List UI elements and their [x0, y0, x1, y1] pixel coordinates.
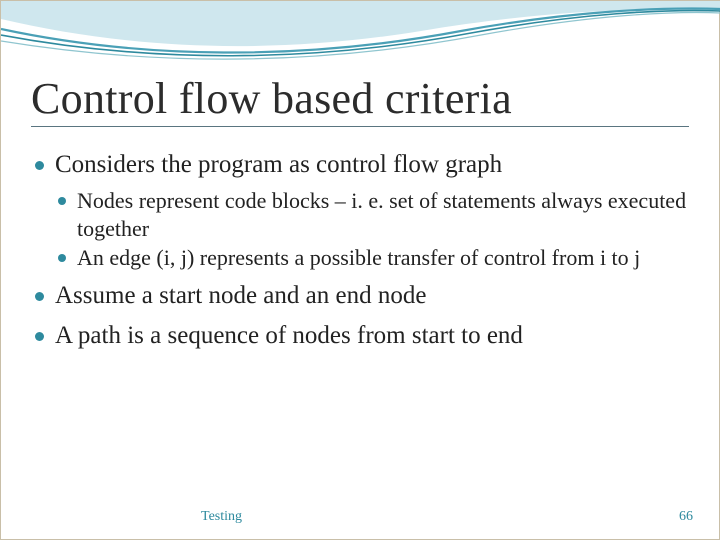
- bullet-list: Considers the program as control flow gr…: [31, 149, 689, 352]
- list-item: Considers the program as control flow gr…: [31, 149, 689, 272]
- list-item: Nodes represent code blocks – i. e. set …: [55, 187, 689, 242]
- bullet-text: Nodes represent code blocks – i. e. set …: [77, 188, 686, 241]
- sub-bullet-list: Nodes represent code blocks – i. e. set …: [55, 187, 689, 272]
- page-number: 66: [679, 509, 693, 525]
- bullet-text: Considers the program as control flow gr…: [55, 151, 502, 178]
- footer-label: Testing: [201, 509, 242, 525]
- slide-content: Control flow based criteria Considers th…: [31, 73, 689, 360]
- bullet-text: Assume a start node and an end node: [55, 282, 426, 309]
- list-item: An edge (i, j) represents a possible tra…: [55, 244, 689, 272]
- list-item: Assume a start node and an end node: [31, 280, 689, 312]
- bullet-text: A path is a sequence of nodes from start…: [55, 322, 523, 349]
- slide-title: Control flow based criteria: [31, 73, 689, 127]
- decorative-swoosh: [1, 1, 720, 71]
- list-item: A path is a sequence of nodes from start…: [31, 320, 689, 352]
- bullet-text: An edge (i, j) represents a possible tra…: [77, 245, 640, 270]
